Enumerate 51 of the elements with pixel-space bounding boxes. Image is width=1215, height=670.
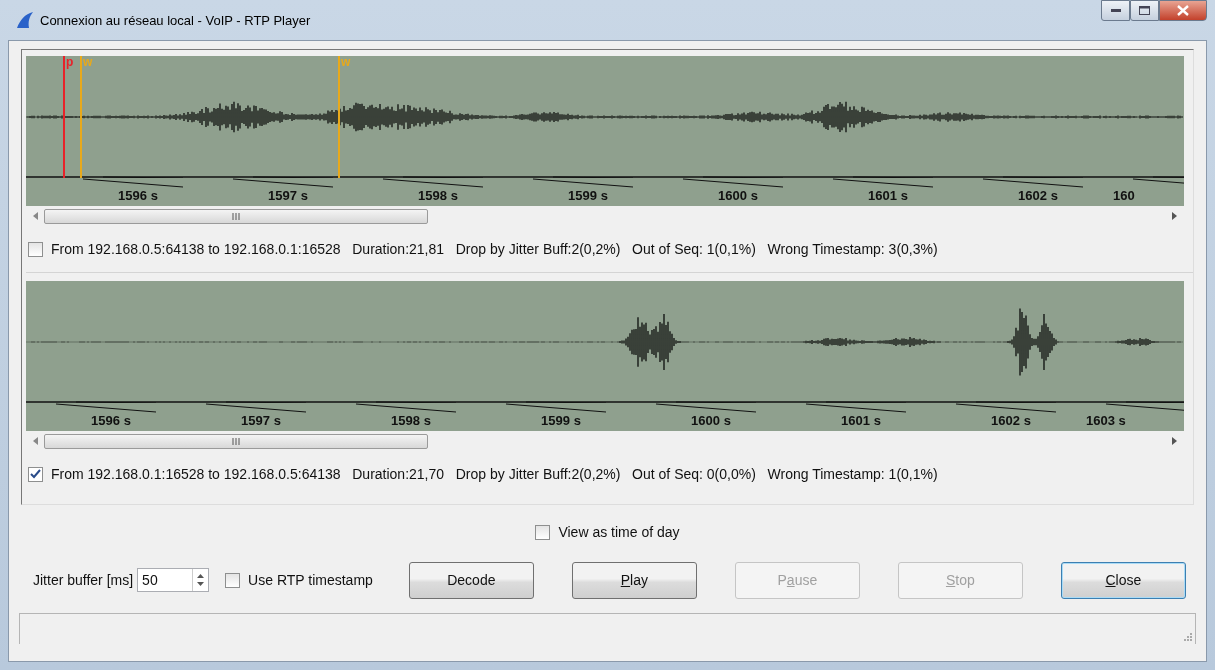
scroll-right-icon[interactable] [1170,436,1178,446]
dialog-button[interactable]: Play [571,561,697,599]
maximize-icon [1139,6,1150,15]
time-label: 1596 s [91,413,131,428]
time-label: 1600 s [718,188,758,203]
window-title: Connexion au réseau local - VoIP - RTP Player [40,12,311,28]
jitter-buffer-label: Jitter buffer [ms] [33,572,134,588]
time-label: 1598 s [418,188,458,203]
marker-label: p [66,56,74,68]
time-label: 1600 s [691,413,731,428]
checkbox[interactable] [225,572,241,588]
dialog-button[interactable]: Close [1060,561,1186,599]
spin-down-icon[interactable] [196,580,206,588]
checkbox-label: Use RTP timestamp [248,572,373,588]
marker-label: w [83,56,93,68]
close-button[interactable] [1159,0,1207,21]
jitter-buffer-spinbox[interactable]: 50 [137,568,210,592]
checkbox-label: View as time of day [558,524,680,540]
scroll-left-icon[interactable] [32,211,40,221]
time-label: 1602 s [991,413,1031,428]
time-label: 1597 s [241,413,281,428]
stream-info: From 192.168.0.1:16528 to 192.168.0.5:64138 Duration:21,70 Drop by Jitter Buff:2(0,2%) Out of Seq: 0(0,0%) Wrong Timestamp: 1(0,1%) [51,466,938,482]
time-label: 1599 s [568,188,608,203]
grip-icon [232,437,240,445]
checkbox[interactable] [28,466,43,482]
maximize-button[interactable] [1130,0,1159,21]
checkbox[interactable] [28,241,43,257]
time-label: 1601 s [868,188,908,203]
time-label: 1601 s [841,413,881,428]
shark-fin-icon [16,11,34,29]
scroll-left-icon[interactable] [32,436,40,446]
time-label: 1596 s [118,188,158,203]
resize-grip-icon[interactable] [1183,632,1193,642]
scrollbar-thumb[interactable] [44,433,428,449]
stream-info: From 192.168.0.5:64138 to 192.168.0.1:16528 Duration:21,81 Drop by Jitter Buff:2(0,2%) Out of Seq: 1(0,1%) Wrong Timestamp: 3(0,3%) [51,241,938,257]
time-label: 1602 s [1018,188,1058,203]
time-label: 1597 s [268,188,308,203]
minimize-button[interactable] [1101,0,1130,21]
marker-label: w [341,56,351,68]
dialog-button[interactable]: Decode [408,561,534,599]
scroll-right-icon[interactable] [1170,211,1178,221]
time-label: 1598 s [391,413,431,428]
scrollbar-thumb[interactable] [44,208,428,224]
minimize-icon [1110,8,1121,13]
checkbox[interactable] [535,524,551,540]
time-label: 1599 s [541,413,581,428]
spin-up-icon[interactable] [196,572,206,580]
grip-icon [232,212,240,220]
time-label: 160 [1113,188,1135,203]
time-label: 1603 s [1086,413,1126,428]
close-icon [1177,5,1189,16]
